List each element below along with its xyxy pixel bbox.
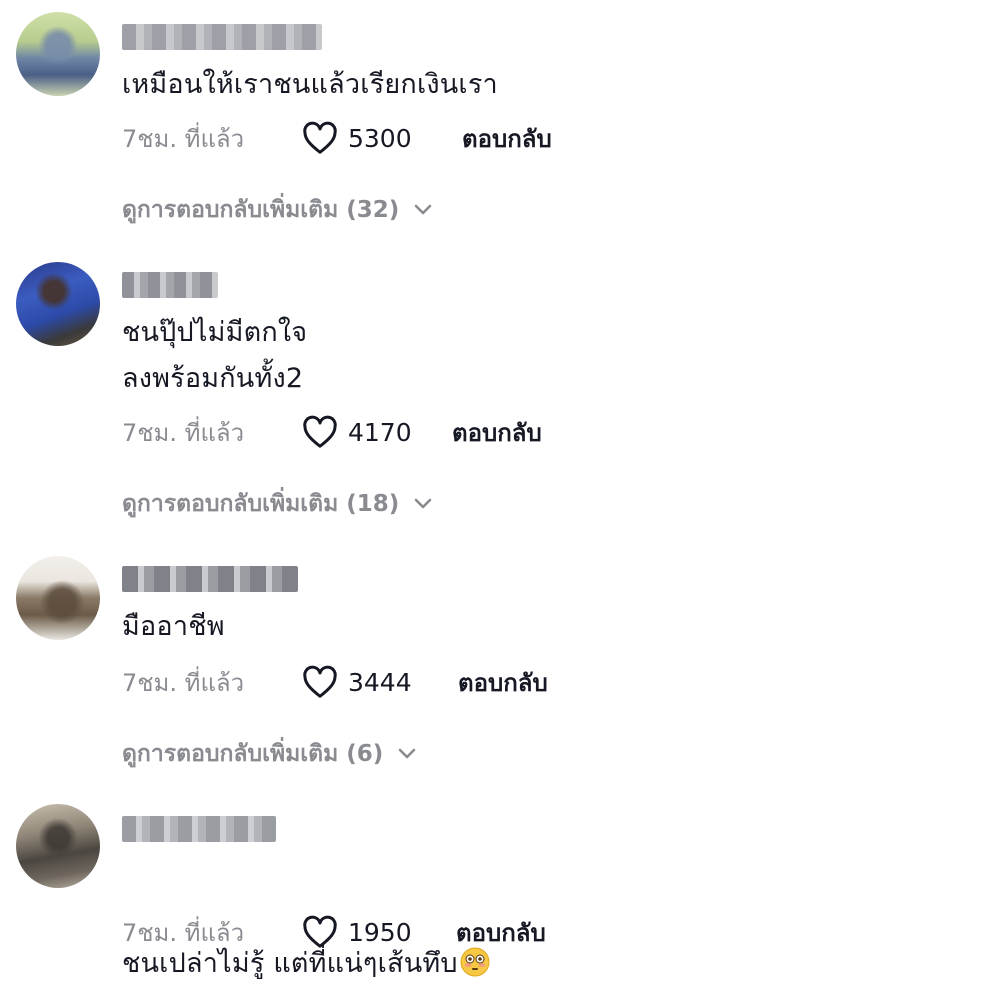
comment-meta: 7ชม. ที่แล้ว 5300 ตอบกลับ (122, 118, 602, 158)
chevron-down-icon (413, 497, 433, 511)
comment-meta: 7ชม. ที่แล้ว 3444 ตอบกลับ (122, 662, 602, 702)
username-blurred[interactable] (122, 566, 298, 592)
view-more-replies-label: ดูการตอบกลับเพิ่มเติม (6) (122, 741, 384, 767)
chevron-down-icon (413, 203, 433, 217)
view-more-replies-label: ดูการตอบกลับเพิ่มเติม (18) (122, 491, 400, 517)
comment-time: 7ชม. ที่แล้ว (122, 668, 245, 697)
reply-button[interactable]: ตอบกลับ (456, 913, 546, 952)
view-more-replies-label: ดูการตอบกลับเพิ่มเติม (32) (122, 197, 400, 223)
heart-outline-icon[interactable] (300, 662, 340, 702)
heart-outline-icon[interactable] (300, 412, 340, 452)
avatar[interactable] (16, 804, 100, 888)
like-count: 1950 (348, 917, 412, 947)
username-blurred[interactable] (122, 816, 276, 842)
comment-text: เหมือนให้เราชนแล้วเรียกเงินเรา (122, 69, 498, 100)
view-more-replies[interactable]: ดูการตอบกลับเพิ่มเติม (6) (122, 736, 417, 772)
comment-text-content: ชนเปล่าไม่รู้ แต่ที่แน่ๆเส้นทึบ (122, 948, 458, 979)
reply-button[interactable]: ตอบกลับ (452, 413, 542, 452)
username-blurred[interactable] (122, 24, 322, 50)
comment-text: มืออาชีพ (122, 611, 225, 642)
chevron-down-icon (397, 747, 417, 761)
username-blurred[interactable] (122, 272, 218, 298)
comment-time: 7ชม. ที่แล้ว (122, 124, 245, 153)
comment-time: 7ชม. ที่แล้ว (122, 918, 245, 947)
avatar[interactable] (16, 262, 100, 346)
like-count: 4170 (348, 417, 412, 447)
view-more-replies[interactable]: ดูการตอบกลับเพิ่มเติม (32) (122, 192, 433, 228)
comment-text: ชนปุ๊ปไม่มีตกใจ ลงพร้อมกันทั้ง2 (122, 317, 308, 394)
reply-button[interactable]: ตอบกลับ (458, 663, 548, 702)
view-more-replies[interactable]: ดูการตอบกลับเพิ่มเติม (18) (122, 486, 433, 522)
heart-outline-icon[interactable] (300, 118, 340, 158)
like-count: 3444 (348, 667, 412, 697)
avatar[interactable] (16, 12, 100, 96)
reply-button[interactable]: ตอบกลับ (462, 119, 552, 158)
comment-meta: 7ชม. ที่แล้ว 1950 ตอบกลับ (122, 912, 602, 952)
comment-meta: 7ชม. ที่แล้ว 4170 ตอบกลับ (122, 412, 602, 452)
avatar[interactable] (16, 556, 100, 640)
like-count: 5300 (348, 123, 412, 153)
comment-time: 7ชม. ที่แล้ว (122, 418, 245, 447)
heart-outline-icon[interactable] (300, 912, 340, 952)
